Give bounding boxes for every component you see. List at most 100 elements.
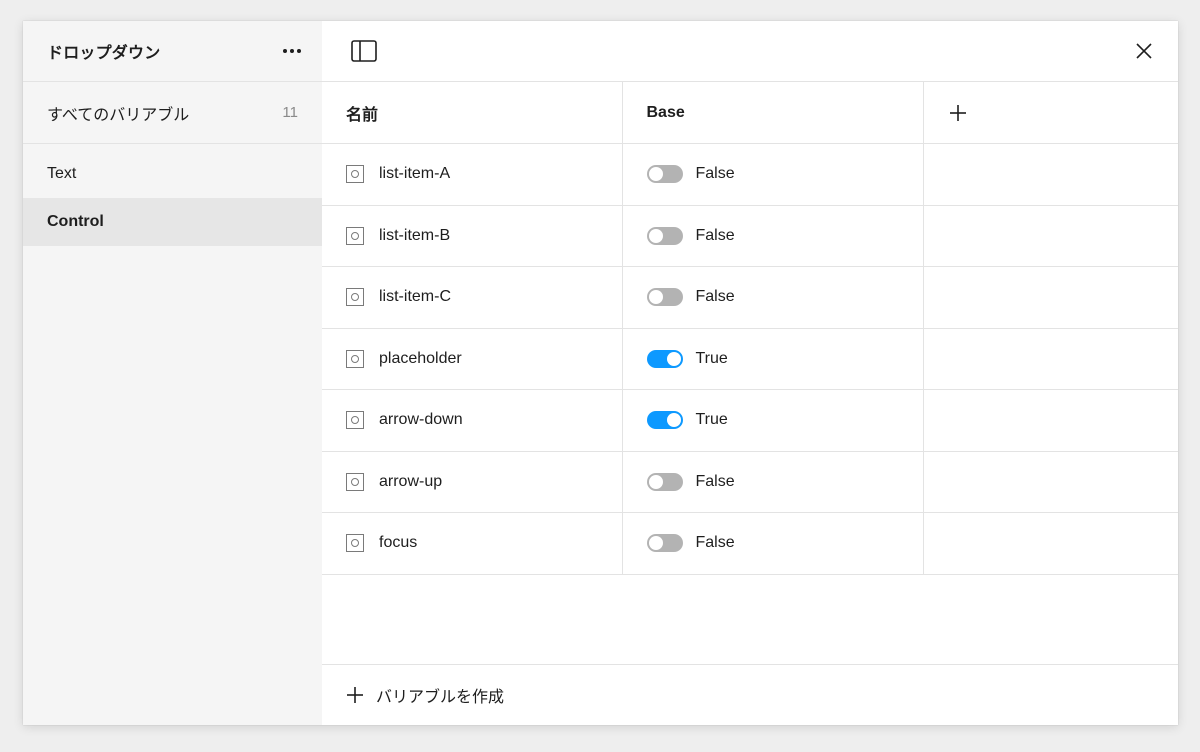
variable-name-cell[interactable]: list-item-C [322,266,623,329]
boolean-toggle[interactable] [646,472,683,491]
variable-name: arrow-up [346,472,598,491]
add-mode-button[interactable] [948,103,968,123]
boolean-value-label: False [695,288,735,306]
table-row[interactable]: arrow-up False [322,451,1178,513]
empty-mode-cell [923,451,1178,513]
boolean-variable-icon [346,288,364,307]
empty-mode-cell [923,328,1178,390]
variable-name-cell[interactable]: arrow-up [322,451,623,513]
toggle-knob [648,167,663,182]
variable-name: list-item-B [346,226,598,245]
sidebar-header: ドロップダウン [23,21,322,82]
variables-window: ドロップダウン すべてのバリアブル 11 Text Control 名前 Bas… [23,21,1178,725]
toggle-knob [666,413,681,428]
toggle-knob [648,290,663,305]
variable-name: arrow-down [346,411,598,430]
boolean-toggle[interactable] [646,349,683,368]
all-variables-count: 11 [282,104,298,121]
variable-value-cell: True [622,328,924,390]
create-variable-button[interactable]: バリアブルを作成 [322,664,1178,725]
variable-name-label: focus [379,534,418,552]
variables-table: 名前 Base list-item-A False list-item-B False… [322,82,1178,575]
variable-name-label: list-item-C [379,288,451,306]
empty-mode-cell [923,266,1178,329]
boolean-value: False [646,165,899,184]
variable-value-cell: False [622,205,924,267]
close-button[interactable] [1130,37,1158,65]
boolean-value-label: False [695,226,735,244]
boolean-value: False [646,226,899,245]
boolean-value-label: True [695,411,728,429]
boolean-value: False [646,472,899,491]
boolean-toggle[interactable] [646,534,683,553]
variable-name-label: placeholder [379,349,462,367]
toggle-knob [648,474,663,489]
toggle-sidebar-button[interactable] [350,37,378,65]
table-row[interactable]: list-item-A False [322,143,1178,206]
empty-mode-cell [923,389,1178,452]
empty-mode-cell [923,143,1178,206]
plus-icon [949,104,966,121]
plus-icon [347,687,363,703]
variable-name-cell[interactable]: list-item-B [322,205,623,267]
boolean-value: False [646,534,899,553]
variable-value-cell: False [622,512,924,575]
more-dot [290,49,294,53]
sidebar-item-control[interactable]: Control [23,198,322,246]
table-row[interactable]: placeholder True [322,328,1178,390]
variable-name-label: arrow-down [379,411,463,429]
all-variables-label: すべてのバリアブル [47,106,190,124]
column-header-base[interactable]: Base [622,82,924,144]
table-row[interactable]: arrow-down True [322,389,1178,452]
collection-title: ドロップダウン [47,45,161,62]
variable-name: placeholder [346,349,598,368]
variable-name: list-item-A [346,165,598,184]
group-label: Control [47,213,104,230]
sidebar: ドロップダウン すべてのバリアブル 11 Text Control [23,21,322,725]
more-options-button[interactable] [278,37,306,65]
main-panel: 名前 Base list-item-A False list-item-B False… [322,21,1178,725]
close-icon [1136,43,1152,59]
boolean-variable-icon [346,349,364,368]
table-row[interactable]: focus False [322,512,1178,575]
boolean-toggle[interactable] [646,288,683,307]
toolbar [322,21,1178,82]
sidebar-panel-icon [351,40,377,62]
toggle-knob [666,351,681,366]
boolean-value-label: False [695,472,735,490]
variable-value-cell: True [622,389,924,452]
table-row[interactable]: list-item-B False [322,205,1178,267]
create-variable-label: バリアブルを作成 [376,689,505,706]
boolean-variable-icon [346,165,364,184]
variable-name-label: list-item-A [379,165,451,183]
variable-value-cell: False [622,451,924,513]
group-list: Text Control [23,144,322,246]
toggle-knob [648,536,663,551]
toggle-knob [648,228,663,243]
table-row[interactable]: list-item-C False [322,266,1178,329]
variable-value-cell: False [622,143,924,206]
more-dot [297,49,301,53]
column-header-name: 名前 [322,82,623,144]
variable-value-cell: False [622,266,924,329]
variable-name-cell[interactable]: list-item-A [322,143,623,206]
sidebar-item-text[interactable]: Text [23,150,322,198]
boolean-toggle[interactable] [646,411,683,430]
sidebar-item-all-variables[interactable]: すべてのバリアブル 11 [23,82,322,144]
boolean-variable-icon [346,472,364,491]
boolean-toggle[interactable] [646,165,683,184]
variable-name-label: arrow-up [379,472,443,490]
variable-name: list-item-C [346,288,598,307]
variable-name: focus [346,534,598,553]
variable-name-cell[interactable]: placeholder [322,328,623,390]
boolean-value-label: True [695,349,728,367]
variable-name-cell[interactable]: arrow-down [322,389,623,452]
boolean-value-label: False [695,534,735,552]
boolean-toggle[interactable] [646,226,683,245]
add-mode-cell [923,82,1178,144]
variable-name-cell[interactable]: focus [322,512,623,575]
boolean-variable-icon [346,534,364,553]
empty-mode-cell [923,205,1178,267]
group-label: Text [47,165,77,182]
boolean-value: True [646,349,899,368]
